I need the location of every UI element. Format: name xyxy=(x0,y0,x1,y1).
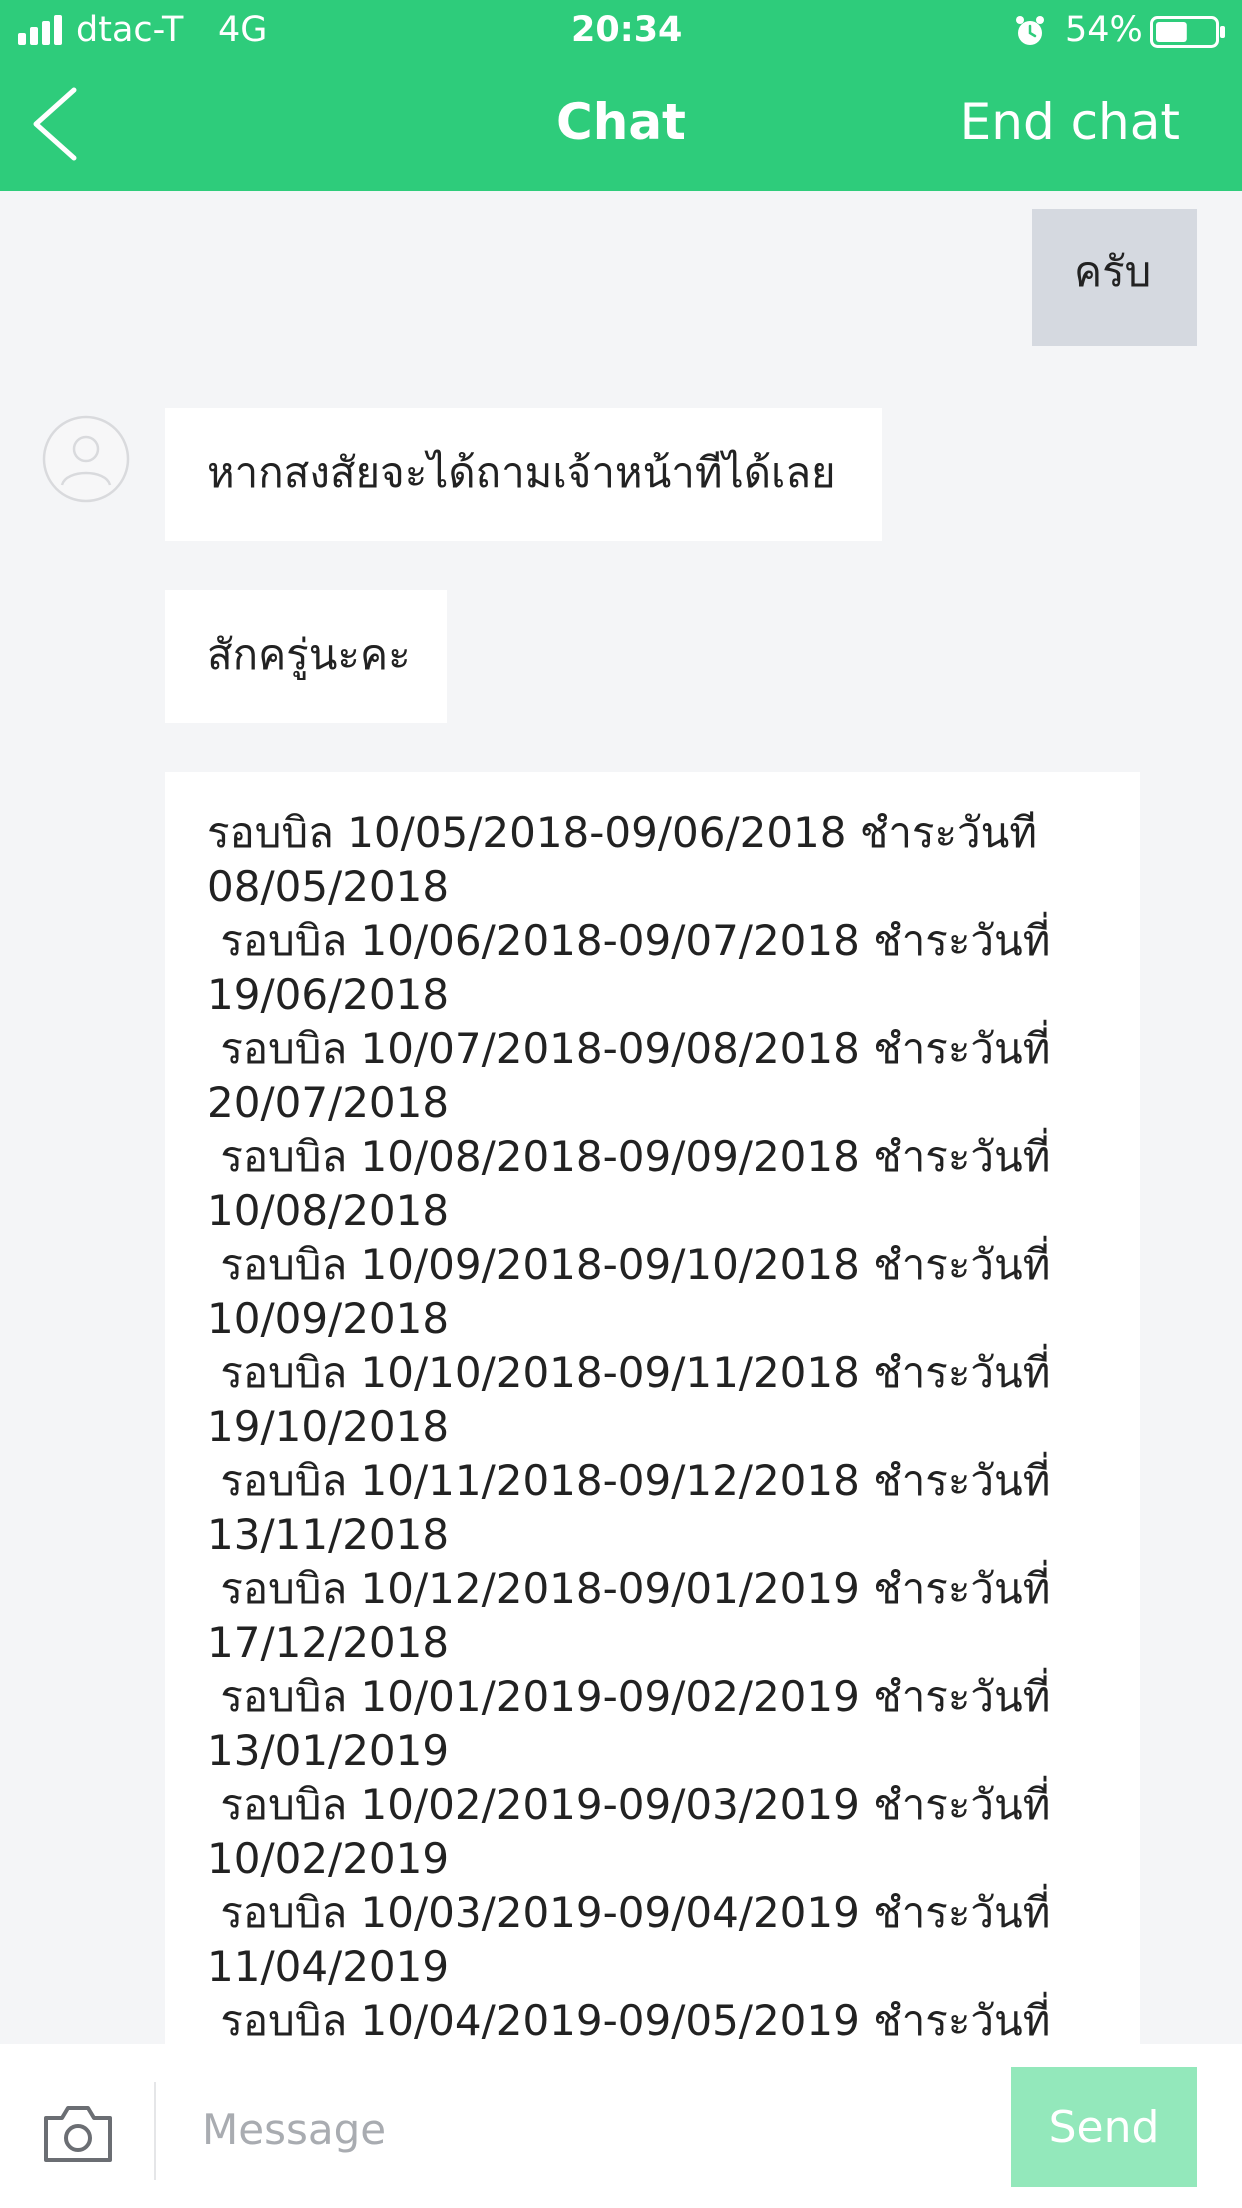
carrier-name: dtac-T xyxy=(76,10,184,50)
message-line: 10/09/2018 xyxy=(207,1294,450,1343)
chevron-left-icon[interactable] xyxy=(26,86,86,162)
status-bar: dtac-T 4G 20:34 54% xyxy=(0,0,1242,62)
divider xyxy=(154,2082,156,2180)
status-time: 20:34 xyxy=(571,10,683,50)
agent-message-bubble: หากสงสัยจะได้ถามเจ้าหน้าทีได้เลย xyxy=(165,408,882,541)
message-line: รอบบิล 10/07/2018-09/08/2018 ชำระวันที่ xyxy=(207,1024,1051,1073)
end-chat-button[interactable]: End chat xyxy=(960,93,1180,151)
message-input[interactable] xyxy=(180,2084,980,2174)
message-line: รอบบิล 10/05/2018-09/06/2018 ชำระวันที xyxy=(207,808,1038,857)
message-line: รอบบิล 10/11/2018-09/12/2018 ชำระวันที่ xyxy=(207,1456,1051,1505)
alarm-icon xyxy=(1016,16,1044,45)
message-line: 13/01/2019 xyxy=(207,1726,450,1775)
message-text: ครับ xyxy=(1074,247,1152,296)
message-line: รอบบิล 10/04/2019-09/05/2019 ชำระวันที่ xyxy=(207,1996,1051,2044)
message-line: 19/06/2018 xyxy=(207,970,450,1019)
battery-icon xyxy=(1150,16,1225,48)
chat-header: dtac-T 4G 20:34 54% Chat End chat xyxy=(0,0,1242,191)
message-line: 10/02/2019 xyxy=(207,1834,450,1883)
message-line: รอบบิล 10/02/2019-09/03/2019 ชำระวันที่ xyxy=(207,1780,1051,1829)
agent-avatar-icon xyxy=(42,415,130,503)
camera-icon[interactable] xyxy=(40,2102,116,2164)
message-text: หากสงสัยจะได้ถามเจ้าหน้าทีได้เลย xyxy=(207,448,836,497)
agent-message-bubble: รอบบิล 10/05/2018-09/06/2018 ชำระวันที 08… xyxy=(165,772,1140,2044)
battery-percent: 54% xyxy=(1065,10,1143,50)
message-line: 10/08/2018 xyxy=(207,1186,450,1235)
chat-message-list[interactable]: ครับ หากสงสัยจะได้ถามเจ้าหน้าทีได้เลย สั… xyxy=(0,191,1242,2044)
message-line: รอบบิล 10/12/2018-09/01/2019 ชำระวันที่ xyxy=(207,1564,1051,1613)
message-line: 13/11/2018 xyxy=(207,1510,450,1559)
message-line: รอบบิล 10/06/2018-09/07/2018 ชำระวันที่ xyxy=(207,916,1051,965)
network-type: 4G xyxy=(218,10,268,50)
message-line: 08/05/2018 xyxy=(207,862,450,911)
message-line: รอบบิล 10/03/2019-09/04/2019 ชำระวันที่ xyxy=(207,1888,1051,1937)
message-line: 17/12/2018 xyxy=(207,1618,450,1667)
message-line: รอบบิล 10/10/2018-09/11/2018 ชำระวันที่ xyxy=(207,1348,1051,1397)
user-message-bubble: ครับ xyxy=(1032,209,1197,346)
message-line: รอบบิล 10/08/2018-09/09/2018 ชำระวันที่ xyxy=(207,1132,1051,1181)
message-text: สักครู่นะคะ xyxy=(207,630,411,679)
message-line: รอบบิล 10/09/2018-09/10/2018 ชำระวันที่ xyxy=(207,1240,1051,1289)
message-line: 20/07/2018 xyxy=(207,1078,450,1127)
message-line: 19/10/2018 xyxy=(207,1402,450,1451)
send-button[interactable]: Send xyxy=(1011,2067,1197,2187)
message-composer: Send xyxy=(0,2044,1242,2208)
message-line: รอบบิล 10/01/2019-09/02/2019 ชำระวันที่ xyxy=(207,1672,1051,1721)
agent-message-bubble: สักครู่นะคะ xyxy=(165,590,447,723)
message-line: 11/04/2019 xyxy=(207,1942,450,1991)
signal-icon xyxy=(18,15,68,45)
